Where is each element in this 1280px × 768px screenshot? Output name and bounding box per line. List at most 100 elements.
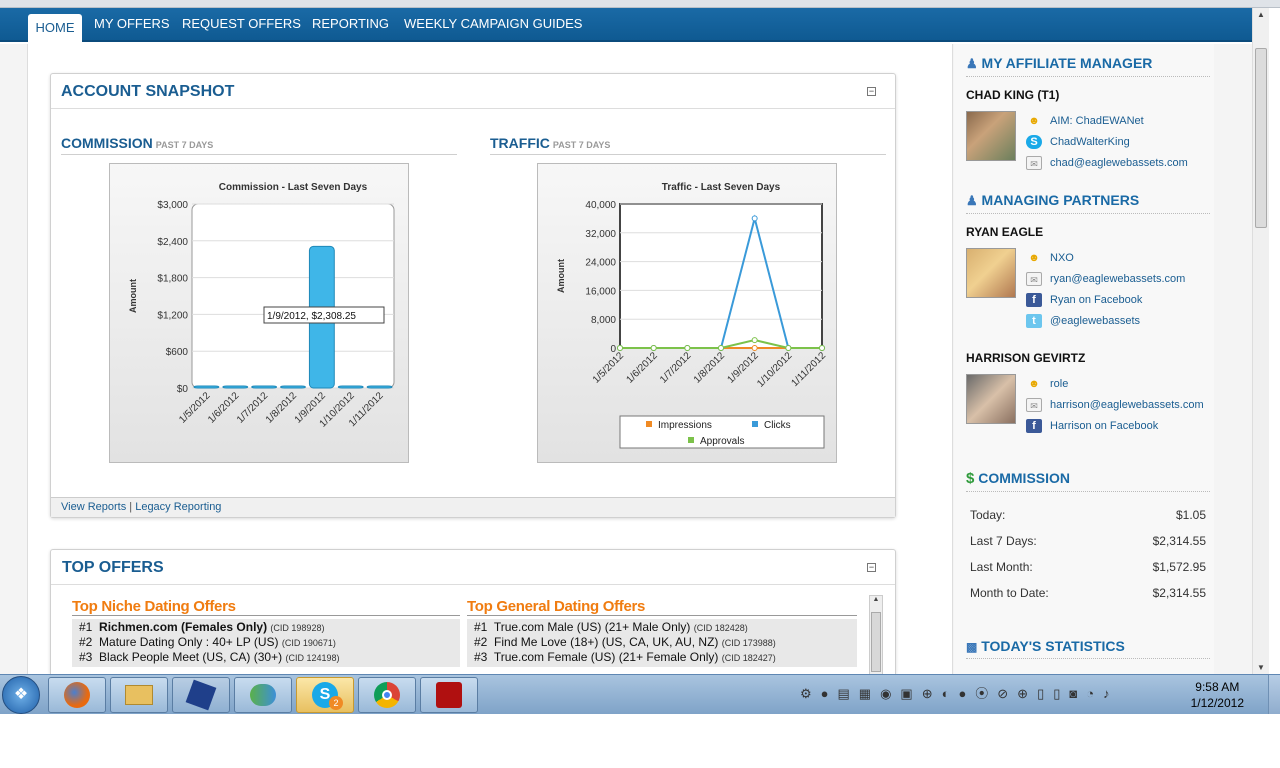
contact-text: NXO <box>1050 252 1074 264</box>
commission-label: Last Month: <box>970 560 1033 574</box>
browser-chrome <box>0 0 1280 8</box>
facebook-icon: f <box>1026 293 1042 308</box>
nav-weekly-campaign-guides[interactable]: WEEKLY CAMPAIGN GUIDES <box>404 16 582 31</box>
top-offers-panel: TOP OFFERS − Top Niche Dating Offers #1 … <box>50 549 896 675</box>
account-snapshot-title: ACCOUNT SNAPSHOT <box>61 83 235 100</box>
collapse-snapshot-button[interactable]: − <box>867 87 876 96</box>
person-icon: ♟ <box>966 56 978 71</box>
nav-request-offers[interactable]: REQUEST OFFERS <box>182 16 301 31</box>
skype-badge: 2 <box>329 696 343 710</box>
data-point <box>751 215 758 222</box>
nav-home[interactable]: HOME <box>28 14 82 44</box>
collapse-offers-button[interactable]: − <box>867 563 876 572</box>
twitter-icon: t <box>1026 314 1042 329</box>
x-tick-label: 1/8/2012 <box>692 350 728 386</box>
offer-cid: (CID 190671) <box>281 638 336 648</box>
nav-my-offers[interactable]: MY OFFERS <box>94 16 170 31</box>
data-point <box>751 337 758 344</box>
chrome-taskbar-icon[interactable] <box>358 677 416 713</box>
blank-area <box>0 714 1280 768</box>
legend-swatch <box>646 421 652 427</box>
messenger-taskbar-icon[interactable] <box>234 677 292 713</box>
offers-scroll-thumb[interactable] <box>871 612 881 672</box>
offers-scrollbar[interactable]: ▲ <box>869 595 883 675</box>
offer-cid: (CID 182427) <box>721 653 776 663</box>
chart-title: Commission - Last Seven Days <box>219 182 368 193</box>
commission-value: $1.05 <box>1175 508 1206 522</box>
windows-taskbar: ❖ S2 ⚙●▤▦◉▣⊕◐●⦿⊘⊕▯▯◙◔♪ 9:58 AM 1/12/2012 <box>0 674 1280 715</box>
list-item[interactable]: #1 Richmen.com (Females Only) (CID 19892… <box>72 620 460 635</box>
contact-text: ChadWalterKing <box>1050 136 1130 148</box>
tooltip-text: 1/9/2012, $2,308.25 <box>267 311 356 322</box>
firefox-taskbar-icon[interactable] <box>48 677 106 713</box>
manager-skype[interactable]: S ChadWalterKing <box>1026 134 1130 150</box>
scroll-up-icon[interactable]: ▲ <box>1253 10 1269 19</box>
commission-label: Today: <box>970 508 1006 522</box>
aim-icon: ☻ <box>1028 378 1040 391</box>
y-tick-label: 8,000 <box>591 315 616 326</box>
partner2-email[interactable]: ✉ harrison@eaglewebassets.com <box>1026 397 1204 413</box>
bar <box>251 385 278 389</box>
taskbar-clock[interactable]: 9:58 AM 1/12/2012 <box>1191 679 1244 711</box>
manager-aim[interactable]: ☻ AIM: ChadEWANet <box>1026 113 1144 129</box>
y-tick-label: $600 <box>166 347 189 358</box>
scroll-down-icon[interactable]: ▼ <box>1253 663 1269 672</box>
offer-rank: #1 <box>79 620 93 634</box>
y-tick-label: $2,400 <box>157 237 188 248</box>
plot-area <box>191 203 395 389</box>
commission-label: Month to Date: <box>970 586 1049 600</box>
offer-cid: (CID 173988) <box>721 638 776 648</box>
facebook-icon: f <box>1026 419 1042 434</box>
y-tick-label: $3,000 <box>157 200 188 211</box>
offer-rank: #3 <box>474 650 488 664</box>
show-desktop-button[interactable] <box>1268 675 1280 715</box>
commission-row: Today: $1.05 <box>970 508 1206 522</box>
skype-taskbar-icon[interactable]: S2 <box>296 677 354 713</box>
partner2-facebook[interactable]: f Harrison on Facebook <box>1026 418 1158 434</box>
editor-taskbar-icon[interactable] <box>172 677 230 713</box>
legend-label: Impressions <box>658 420 712 431</box>
partner2-aim[interactable]: ☻ role <box>1026 376 1068 392</box>
mail-icon: ✉ <box>1026 398 1042 413</box>
bar-chart-icon: ▩ <box>966 640 978 654</box>
manager-email[interactable]: ✉ chad@eaglewebassets.com <box>1026 155 1188 171</box>
list-item[interactable]: #2 Mature Dating Only : 40+ LP (US) (CID… <box>72 635 460 650</box>
explorer-taskbar-icon[interactable] <box>110 677 168 713</box>
top-offers-title: TOP OFFERS <box>62 559 164 576</box>
traffic-section-head: TRAFFIC PAST 7 DAYS <box>490 135 886 155</box>
view-reports-link[interactable]: View Reports <box>61 501 126 513</box>
partner1-aim[interactable]: ☻ NXO <box>1026 250 1074 266</box>
general-offers-list: #1 True.com Male (US) (21+ Male Only) (C… <box>467 619 857 667</box>
offer-cid: (CID 182428) <box>693 623 748 633</box>
contact-text: AIM: ChadEWANet <box>1050 115 1144 127</box>
todays-statistics-label: TODAY'S STATISTICS <box>981 638 1125 654</box>
start-button[interactable]: ❖ <box>2 676 40 714</box>
list-item[interactable]: #1 True.com Male (US) (21+ Male Only) (C… <box>467 620 857 635</box>
legend-swatch <box>752 421 758 427</box>
partner1-twitter[interactable]: t @eaglewebassets <box>1026 313 1140 329</box>
commission-section-head: COMMISSION PAST 7 DAYS <box>61 135 457 155</box>
snapshot-footer: View Reports | Legacy Reporting <box>51 497 895 517</box>
list-item[interactable]: #3 Black People Meet (US, CA) (30+) (CID… <box>72 650 460 665</box>
list-item[interactable]: #3 True.com Female (US) (21+ Female Only… <box>467 650 857 665</box>
scroll-thumb[interactable] <box>1255 48 1267 228</box>
offer-rank: #2 <box>474 635 488 649</box>
partner1-facebook[interactable]: f Ryan on Facebook <box>1026 292 1142 308</box>
offer-rank: #1 <box>474 620 488 634</box>
acrobat-taskbar-icon[interactable] <box>420 677 478 713</box>
commission-value: $2,314.55 <box>1152 586 1206 600</box>
page-scrollbar[interactable]: ▲ ▼ <box>1252 8 1269 674</box>
x-tick-label: 1/5/2012 <box>591 350 627 386</box>
list-item[interactable]: #2 Find Me Love (18+) (US, CA, UK, AU, N… <box>467 635 857 650</box>
contact-text: Ryan on Facebook <box>1050 294 1143 306</box>
legacy-reporting-link[interactable]: Legacy Reporting <box>135 501 221 513</box>
data-point <box>650 345 657 351</box>
niche-offers-heading: Top Niche Dating Offers <box>72 598 460 616</box>
skype-icon: S <box>1026 135 1042 150</box>
footer-separator: | <box>126 501 136 513</box>
x-tick-label: 1/7/2012 <box>658 350 694 386</box>
system-tray-icons[interactable]: ⚙●▤▦◉▣⊕◐●⦿⊘⊕▯▯◙◔♪ <box>800 683 1172 707</box>
scroll-up-icon[interactable]: ▲ <box>870 596 882 603</box>
partner1-email[interactable]: ✉ ryan@eaglewebassets.com <box>1026 271 1185 287</box>
nav-reporting[interactable]: REPORTING <box>312 16 389 31</box>
